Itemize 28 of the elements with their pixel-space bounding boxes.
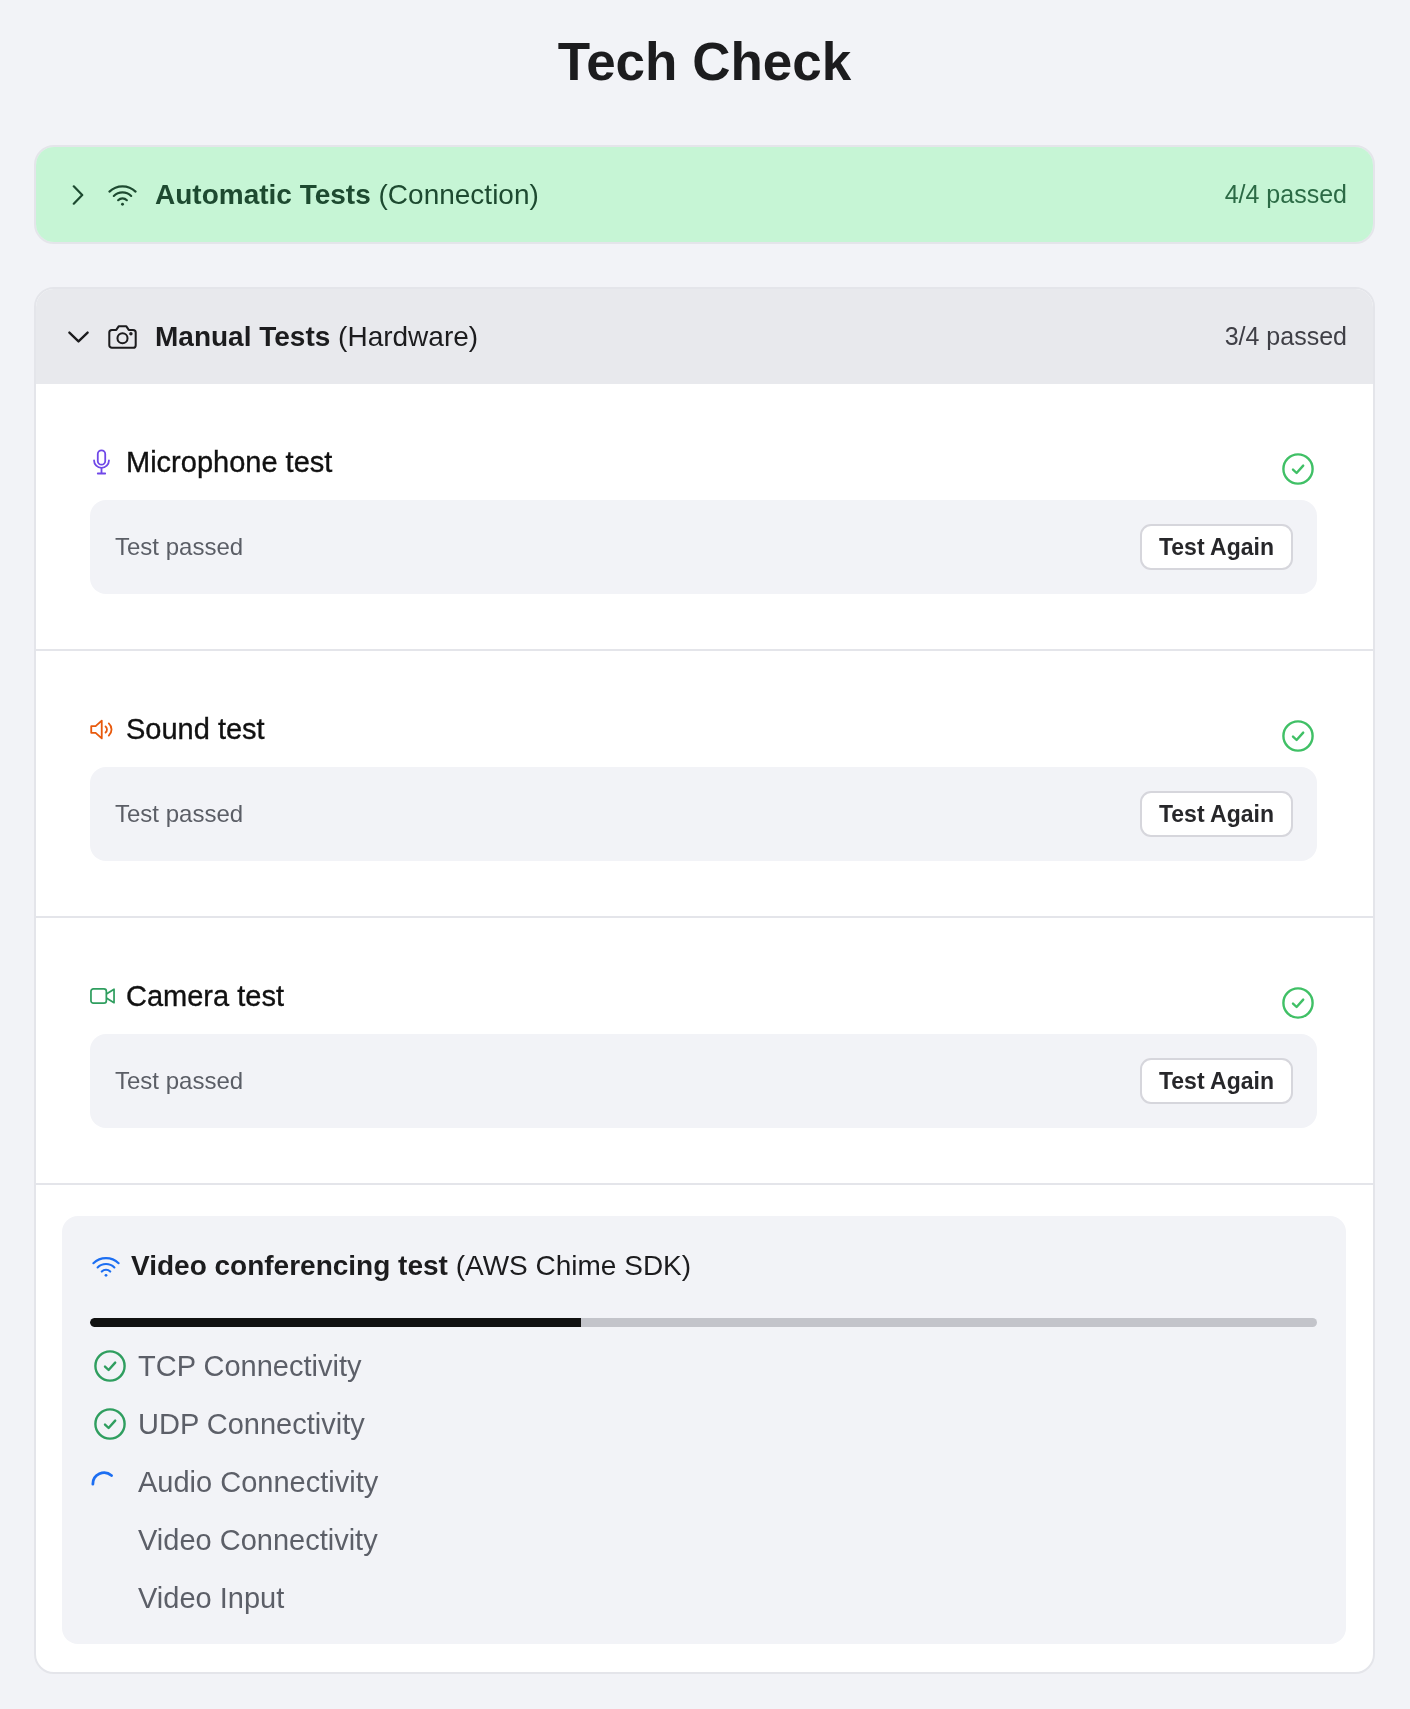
test-title: Camera test <box>126 979 285 1014</box>
section-title: Automatic Tests (Connection) <box>155 177 540 212</box>
accordion-header[interactable]: Manual Tests (Hardware) 3/4 passed <box>36 289 1373 384</box>
test-again-button[interactable]: Test Again <box>1140 791 1293 837</box>
wifi-icon <box>108 182 137 207</box>
page-title: Tech Check <box>556 31 853 93</box>
test-title: Video conferencing test (AWS Chime SDK) <box>131 1249 692 1283</box>
accordion-header[interactable]: Automatic Tests (Connection) 4/4 passed <box>36 147 1373 242</box>
result-text: Test passed <box>115 533 244 561</box>
video-camera-icon <box>90 987 115 1005</box>
wifi-icon <box>92 1255 120 1277</box>
step-label: TCP Connectivity <box>138 1349 362 1383</box>
step-label: UDP Connectivity <box>138 1407 365 1441</box>
camera-icon <box>108 324 137 349</box>
pass-count: 4/4 passed <box>1224 180 1347 209</box>
test-title: Microphone test <box>126 445 334 480</box>
microphone-icon <box>93 449 110 475</box>
pass-count: 3/4 passed <box>1224 322 1347 351</box>
speaker-icon <box>90 718 115 740</box>
test-title: Sound test <box>126 712 266 747</box>
result-text: Test passed <box>115 1067 244 1095</box>
test-again-button[interactable]: Test Again <box>1140 1058 1293 1104</box>
step-label: Audio Connectivity <box>138 1465 379 1499</box>
step-label: Video Connectivity <box>138 1523 378 1557</box>
step-label: Video Input <box>138 1581 285 1615</box>
section-title: Manual Tests (Hardware) <box>155 319 480 354</box>
result-text: Test passed <box>115 800 244 828</box>
test-again-button[interactable]: Test Again <box>1140 524 1293 570</box>
